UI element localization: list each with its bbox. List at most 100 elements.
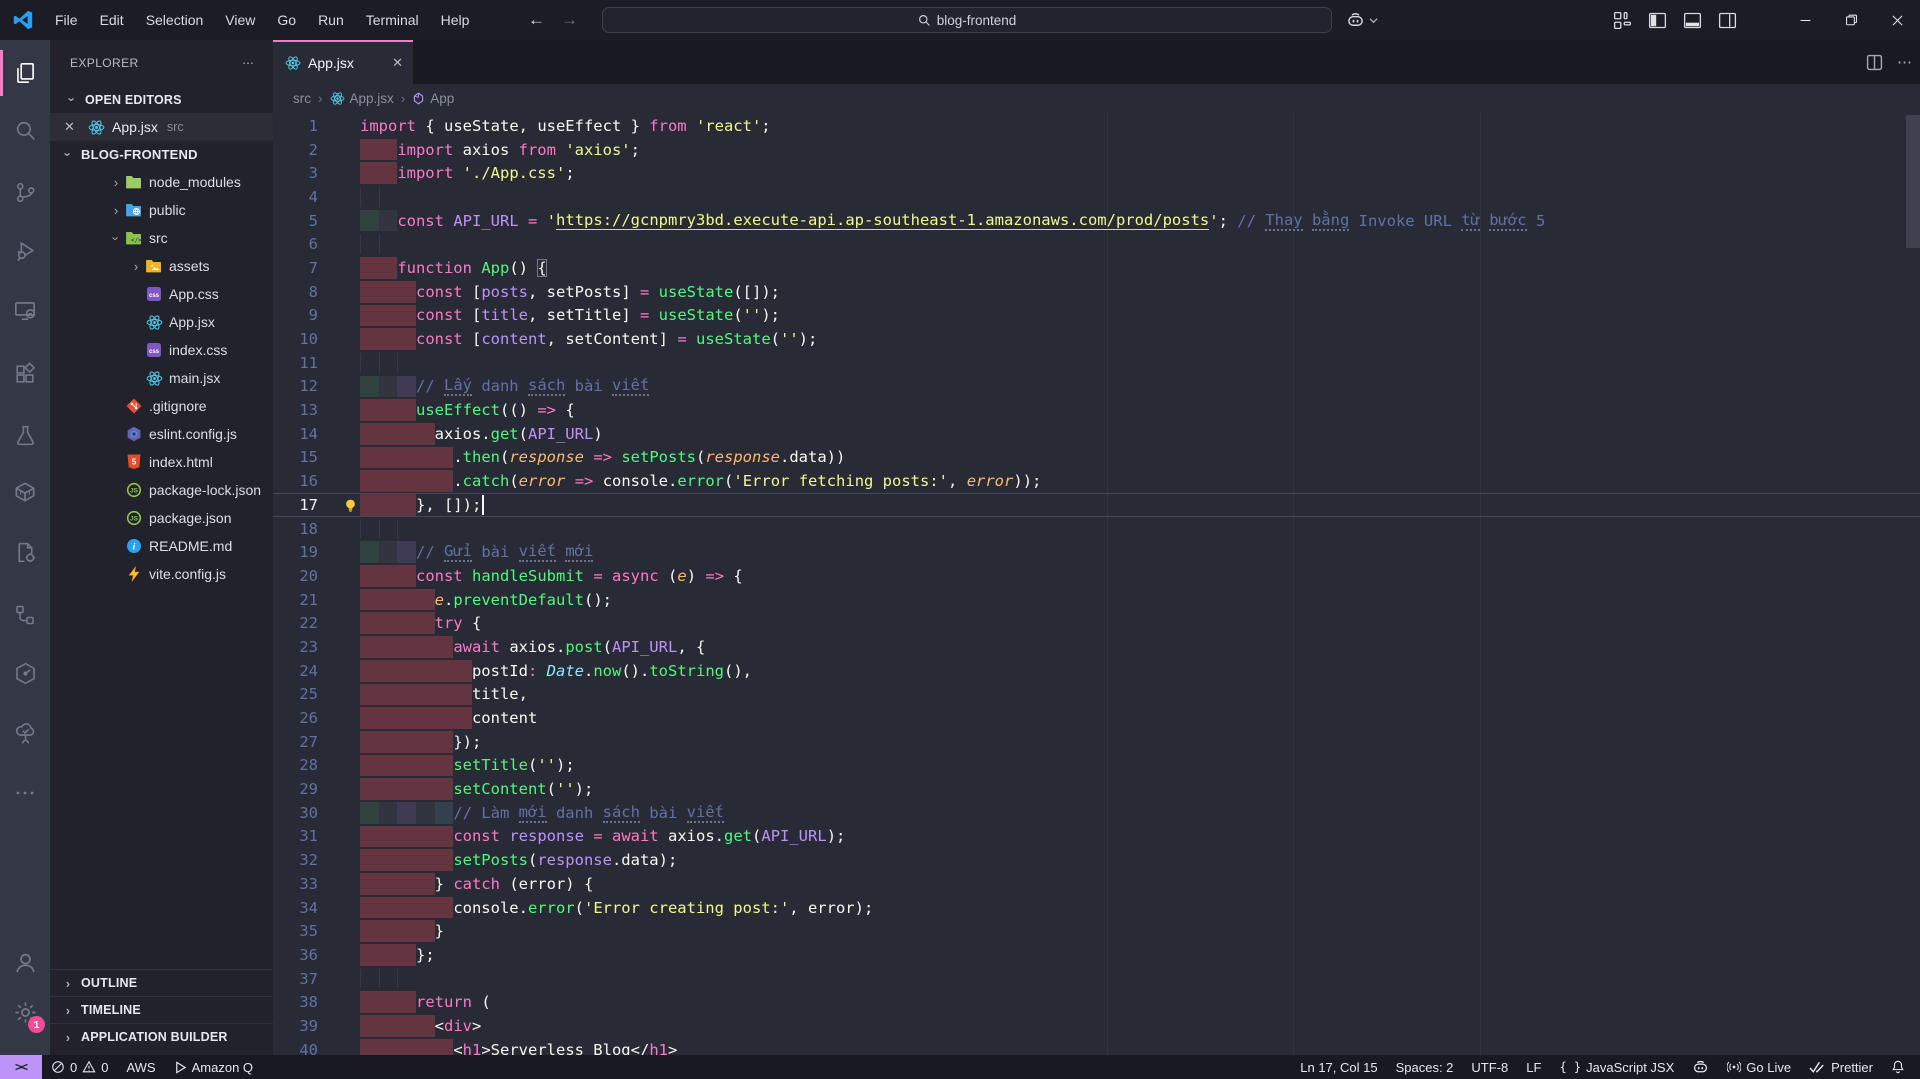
code-line-13[interactable]: 13useEffect(() => { [273,398,1920,422]
accounts-icon[interactable] [0,936,50,988]
remote-explorer-icon[interactable] [0,284,50,336]
tree-item-app-jsx[interactable]: App.jsx [50,308,273,336]
tab-app-jsx[interactable]: App.jsx ✕ [273,40,413,84]
cloudformation-icon[interactable] [0,707,50,759]
toggle-panel-icon[interactable] [1682,10,1703,31]
code-line-10[interactable]: 10const [content, setContent] = useState… [273,327,1920,351]
tab-close-icon[interactable]: ✕ [392,55,403,71]
toggle-primary-sidebar-icon[interactable] [1647,10,1668,31]
spaces-2-status[interactable]: Spaces: 2 [1387,1055,1463,1079]
javascript-jsx-status[interactable]: { }JavaScript JSX [1550,1055,1683,1079]
code-line-22[interactable]: 22try { [273,611,1920,635]
code-editor[interactable]: 1import { useState, useEffect } from 're… [273,112,1920,1055]
copilot-menu-button[interactable] [1346,6,1378,34]
code-line-11[interactable]: 11 [273,351,1920,375]
code-line-27[interactable]: 27}); [273,730,1920,754]
explorer-icon[interactable] [0,47,50,99]
tree-item-main-jsx[interactable]: main.jsx [50,364,273,392]
project-root-header[interactable]: › BLOG-FRONTEND [50,141,273,168]
tree-item-readme-md[interactable]: iREADME.md [50,532,273,560]
menu-go[interactable]: Go [266,8,307,32]
section-application-builder[interactable]: ›APPLICATION BUILDER [50,1023,273,1050]
menu-file[interactable]: File [44,8,89,32]
remote-indicator[interactable]: >< [0,1055,42,1079]
code-line-30[interactable]: 30// Làm mới danh sách bài viết [273,801,1920,825]
nav-forward-icon[interactable]: → [561,10,578,30]
settings-icon[interactable]: 1 [0,986,50,1038]
code-line-6[interactable]: 6 [273,232,1920,256]
editor-scrollbar[interactable] [1906,115,1920,248]
aws-toolkit-icon[interactable] [0,526,50,578]
code-line-3[interactable]: 3import './App.css'; [273,161,1920,185]
menu-selection[interactable]: Selection [135,8,215,32]
code-line-17[interactable]: 17}, []); [273,493,1920,517]
tree-item-package-lock-json[interactable]: JSpackage-lock.json [50,476,273,504]
open-editor-app-jsx[interactable]: ✕ App.jsx src [50,113,273,141]
section-outline[interactable]: ›OUTLINE [50,969,273,996]
code-line-4[interactable]: 4 [273,185,1920,209]
minimize-button[interactable] [1782,0,1828,40]
tree-item-src[interactable]: ›</>src [50,224,273,252]
code-line-2[interactable]: 2import axios from 'axios'; [273,138,1920,162]
extensions-icon[interactable] [0,347,50,399]
code-line-20[interactable]: 20const handleSubmit = async (e) => { [273,564,1920,588]
command-center-search[interactable]: blog-frontend [602,7,1332,33]
tree-item-index-html[interactable]: 5index.html [50,448,273,476]
menu-help[interactable]: Help [430,8,481,32]
code-line-26[interactable]: 26content [273,706,1920,730]
utf-8-status[interactable]: UTF-8 [1462,1055,1517,1079]
code-line-8[interactable]: 8const [posts, setPosts] = useState([]); [273,280,1920,304]
tree-item-assets[interactable]: ›assets [50,252,273,280]
code-line-33[interactable]: 33} catch (error) { [273,872,1920,896]
tree-item-package-json[interactable]: JSpackage.json [50,504,273,532]
menu-view[interactable]: View [214,8,266,32]
code-line-35[interactable]: 35} [273,919,1920,943]
code-line-21[interactable]: 21e.preventDefault(); [273,588,1920,612]
code-line-1[interactable]: 1import { useState, useEffect } from 're… [273,114,1920,138]
code-line-34[interactable]: 34console.error('Error creating post:', … [273,896,1920,920]
code-line-12[interactable]: 12// Lấy danh sách bài viết [273,375,1920,399]
code-line-25[interactable]: 25title, [273,683,1920,707]
sidebar-more-actions-icon[interactable]: ⋯ [242,56,255,70]
buildkite-icon[interactable] [0,647,50,699]
code-line-24[interactable]: 24postId: Date.now().toString(), [273,659,1920,683]
code-line-40[interactable]: 40<h1>Serverless Blog</h1> [273,1038,1920,1055]
lf-status[interactable]: LF [1517,1055,1550,1079]
tree-item-node-modules[interactable]: ›node_modules [50,168,273,196]
go-live-status[interactable]: Go Live [1718,1055,1800,1079]
code-line-18[interactable]: 18 [273,517,1920,541]
code-line-29[interactable]: 29setContent(''); [273,777,1920,801]
tree-item-public[interactable]: ›public [50,196,273,224]
toggle-secondary-sidebar-icon[interactable] [1717,10,1738,31]
breadcrumb-item-app[interactable]: App [412,91,454,106]
nav-back-icon[interactable]: ← [528,10,545,30]
close-button[interactable] [1874,0,1920,40]
tree-item--gitignore[interactable]: .gitignore [50,392,273,420]
code-line-23[interactable]: 23await axios.post(API_URL, { [273,635,1920,659]
restore-button[interactable] [1828,0,1874,40]
code-line-37[interactable]: 37 [273,967,1920,991]
ln-17-col-15-status[interactable]: Ln 17, Col 15 [1291,1055,1386,1079]
docker-icon[interactable] [0,466,50,518]
code-line-32[interactable]: 32setPosts(response.data); [273,848,1920,872]
section-timeline[interactable]: ›TIMELINE [50,996,273,1023]
menu-terminal[interactable]: Terminal [355,8,430,32]
tree-item-app-css[interactable]: cssApp.css [50,280,273,308]
prettier-status[interactable]: Prettier [1800,1055,1882,1079]
code-line-14[interactable]: 14axios.get(API_URL) [273,422,1920,446]
code-line-31[interactable]: 31const response = await axios.get(API_U… [273,825,1920,849]
infrastructure-composer-icon[interactable] [0,589,50,641]
bell-status-icon[interactable] [1882,1055,1914,1079]
code-line-28[interactable]: 28setTitle(''); [273,754,1920,778]
code-line-15[interactable]: 15.then(response => setPosts(response.da… [273,446,1920,470]
code-line-38[interactable]: 38return ( [273,990,1920,1014]
code-line-39[interactable]: 39<div> [273,1014,1920,1038]
run-debug-icon[interactable] [0,224,50,276]
problems-indicator[interactable]: 00 [42,1055,117,1079]
open-editors-header[interactable]: › OPEN EDITORS [50,86,273,113]
lightbulb-icon[interactable] [344,498,357,511]
editor-more-actions-icon[interactable]: ⋯ [1897,53,1912,71]
breadcrumb-item-src[interactable]: src [293,91,311,106]
amazon-q-status[interactable]: Amazon Q [165,1055,262,1079]
aws-status[interactable]: AWS [117,1055,164,1079]
